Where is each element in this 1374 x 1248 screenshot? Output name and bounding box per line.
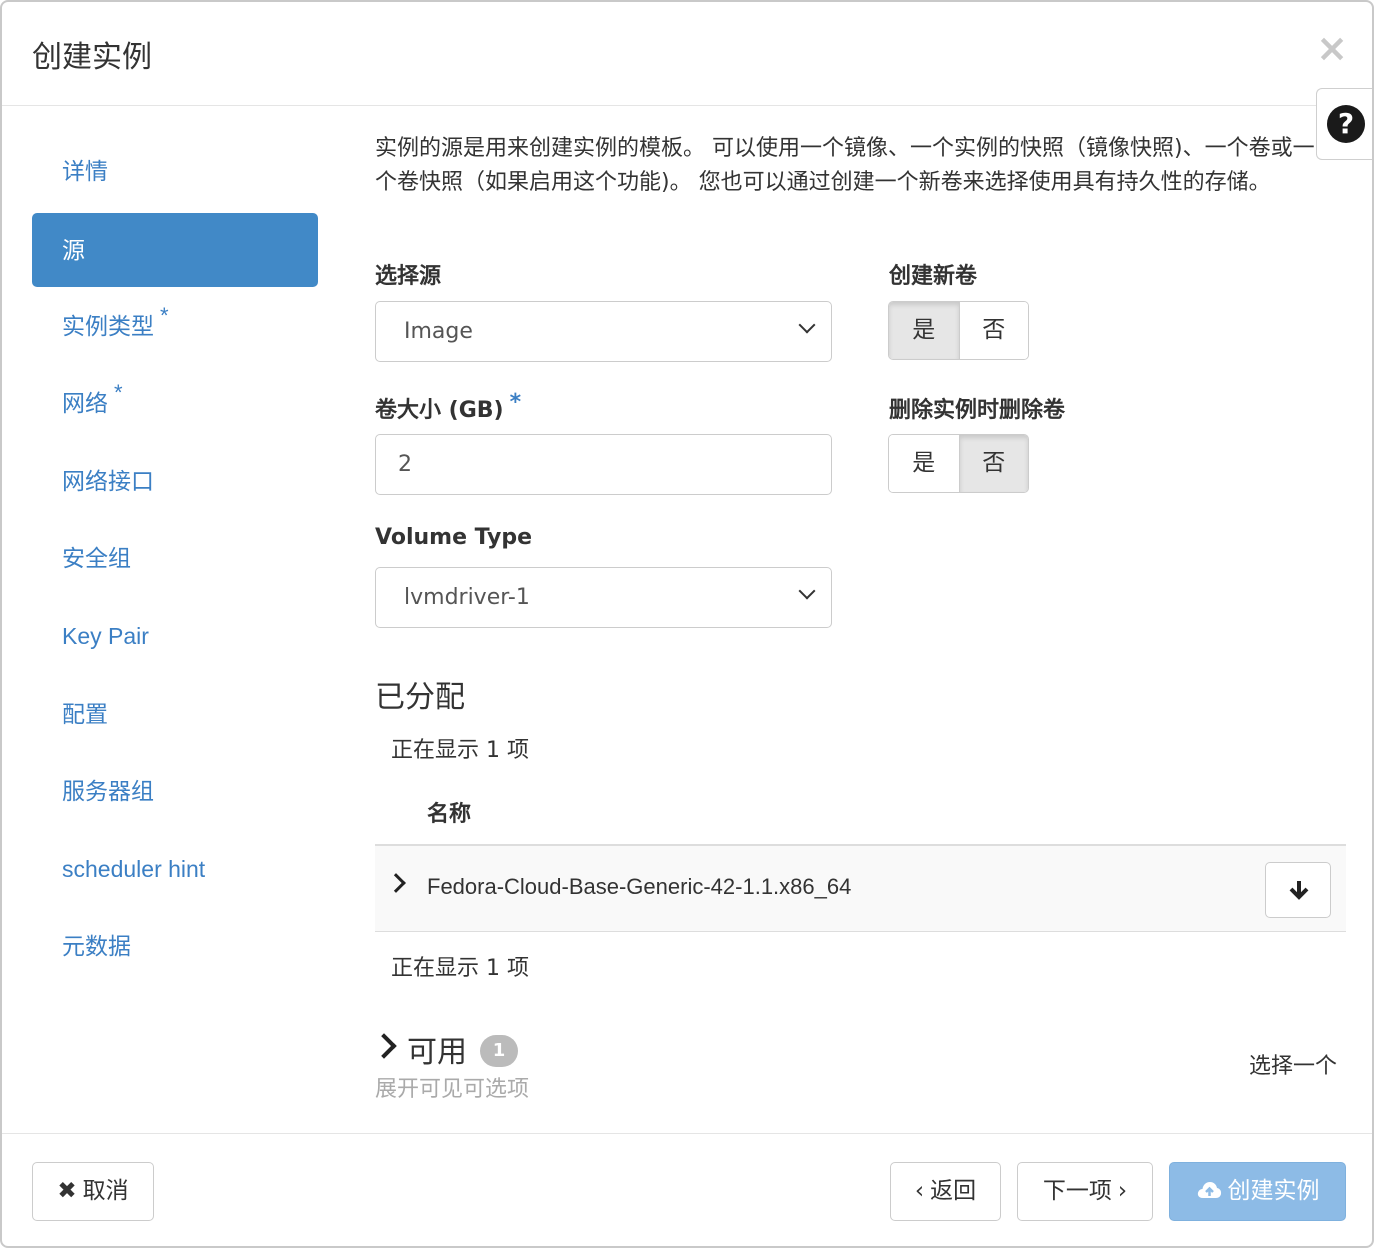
available-count-badge: 1 [480, 1035, 518, 1067]
sidebar-item-label: 服务器组 [62, 778, 154, 804]
sidebar-item-network-ports[interactable]: 网络接口 [32, 444, 318, 518]
volume-size-input[interactable]: 2 [375, 434, 832, 495]
volume-size-label-text: 卷大小 (GB) [375, 398, 504, 423]
sidebar-item-scheduler-hint[interactable]: scheduler hint [32, 832, 318, 906]
available-hint: 展开可见可选项 [375, 1077, 530, 1102]
select-source-label: 选择源 [375, 264, 442, 289]
create-instance-button[interactable]: 创建实例 [1169, 1162, 1346, 1221]
sidebar-item-networks[interactable]: 网络 * [32, 366, 318, 440]
sidebar-item-label: 网络接口 [62, 468, 154, 494]
available-title[interactable]: 可用 [407, 1027, 467, 1071]
sidebar-item-label: 详情 [62, 158, 108, 184]
sidebar-item-security-groups[interactable]: 安全组 [32, 521, 318, 595]
delete-volume-no-button[interactable]: 否 [958, 435, 1028, 492]
required-mark: * [160, 303, 169, 328]
close-icon: ✖ [57, 1178, 77, 1204]
cancel-button[interactable]: ✖ 取消 [32, 1162, 154, 1221]
sidebar-item-label: 元数据 [62, 933, 131, 959]
arrow-down-icon [1289, 881, 1309, 900]
dialog-header: 创建实例 × [2, 2, 1372, 106]
required-mark: * [114, 380, 123, 405]
create-volume-label: 创建新卷 [889, 264, 978, 289]
chevron-down-icon [798, 316, 816, 334]
create-volume-toggle: 是 否 [888, 301, 1029, 360]
volume-type-dropdown[interactable]: lvmdriver-1 [375, 567, 832, 628]
cloud-upload-icon [1196, 1163, 1222, 1220]
chevron-right-icon: › [1117, 1178, 1128, 1204]
sidebar-item-metadata[interactable]: 元数据 [32, 909, 318, 983]
dialog-footer: ✖ 取消 ‹ 返回 下一项 › 创建实例 [2, 1133, 1372, 1246]
question-icon: ? [1327, 105, 1365, 143]
volume-size-value: 2 [398, 452, 412, 477]
allocated-count-bottom: 正在显示 1 项 [391, 956, 529, 981]
sidebar-item-label: 实例类型 [62, 313, 154, 339]
volume-type-value: lvmdriver-1 [404, 585, 530, 610]
chevron-down-icon [798, 582, 816, 600]
delete-volume-toggle: 是 否 [888, 434, 1029, 493]
close-icon[interactable]: × [1316, 29, 1348, 67]
delete-volume-yes-button[interactable]: 是 [889, 435, 959, 492]
volume-type-label: Volume Type [375, 525, 533, 550]
back-button[interactable]: ‹ 返回 [890, 1162, 1001, 1221]
create-label: 创建实例 [1227, 1178, 1320, 1204]
select-source-dropdown[interactable]: Image [375, 301, 832, 362]
sidebar-item-label: scheduler hint [62, 856, 206, 882]
sidebar-item-label: 配置 [62, 701, 108, 727]
sidebar-item-label: 安全组 [62, 545, 131, 571]
chevron-right-icon[interactable] [386, 873, 406, 893]
cancel-label: 取消 [82, 1178, 129, 1204]
volume-size-label: 卷大小 (GB) * [375, 390, 522, 424]
deallocate-button[interactable] [1265, 862, 1331, 918]
sidebar-item-label: Key Pair [62, 623, 149, 649]
sidebar-item-server-groups[interactable]: 服务器组 [32, 754, 318, 828]
chevron-right-icon[interactable] [371, 1033, 397, 1059]
sidebar-item-flavor[interactable]: 实例类型 * [32, 289, 318, 363]
select-source-value: Image [404, 319, 473, 344]
create-instance-dialog: 创建实例 × ? 详情 源 实例类型 * 网络 * 网络接口 安全组 Key Pai… [0, 0, 1374, 1248]
chevron-left-icon: ‹ [914, 1178, 925, 1204]
allocated-item-name: Fedora-Cloud-Base-Generic-42-1.1.x86_64 [427, 874, 852, 899]
delete-volume-label: 删除实例时删除卷 [889, 398, 1066, 423]
create-volume-no-button[interactable]: 否 [958, 302, 1028, 359]
back-label: 返回 [930, 1178, 977, 1204]
sidebar-item-configuration[interactable]: 配置 [32, 677, 318, 751]
sidebar-item-source[interactable]: 源 [32, 213, 318, 287]
sidebar-item-label: 源 [62, 237, 85, 263]
dialog-title: 创建实例 [32, 40, 152, 75]
source-intro-text: 实例的源是用来创建实例的模板。 可以使用一个镜像、一个实例的快照（镜像快照)、一… [375, 136, 1315, 195]
create-volume-yes-button[interactable]: 是 [889, 302, 959, 359]
choose-one-text: 选择一个 [1249, 1054, 1338, 1079]
table-row: Fedora-Cloud-Base-Generic-42-1.1.x86_64 [375, 846, 1346, 932]
allocated-count-top: 正在显示 1 项 [391, 738, 529, 763]
required-mark: * [509, 390, 522, 415]
sidebar-item-key-pair[interactable]: Key Pair [32, 599, 318, 673]
help-button[interactable]: ? [1316, 88, 1372, 160]
column-header-name: 名称 [427, 802, 472, 827]
sidebar-item-details[interactable]: 详情 [32, 134, 318, 208]
allocated-title: 已分配 [375, 680, 465, 715]
next-label: 下一项 [1042, 1178, 1112, 1204]
sidebar-item-label: 网络 [62, 390, 108, 416]
next-button[interactable]: 下一项 › [1017, 1162, 1153, 1221]
